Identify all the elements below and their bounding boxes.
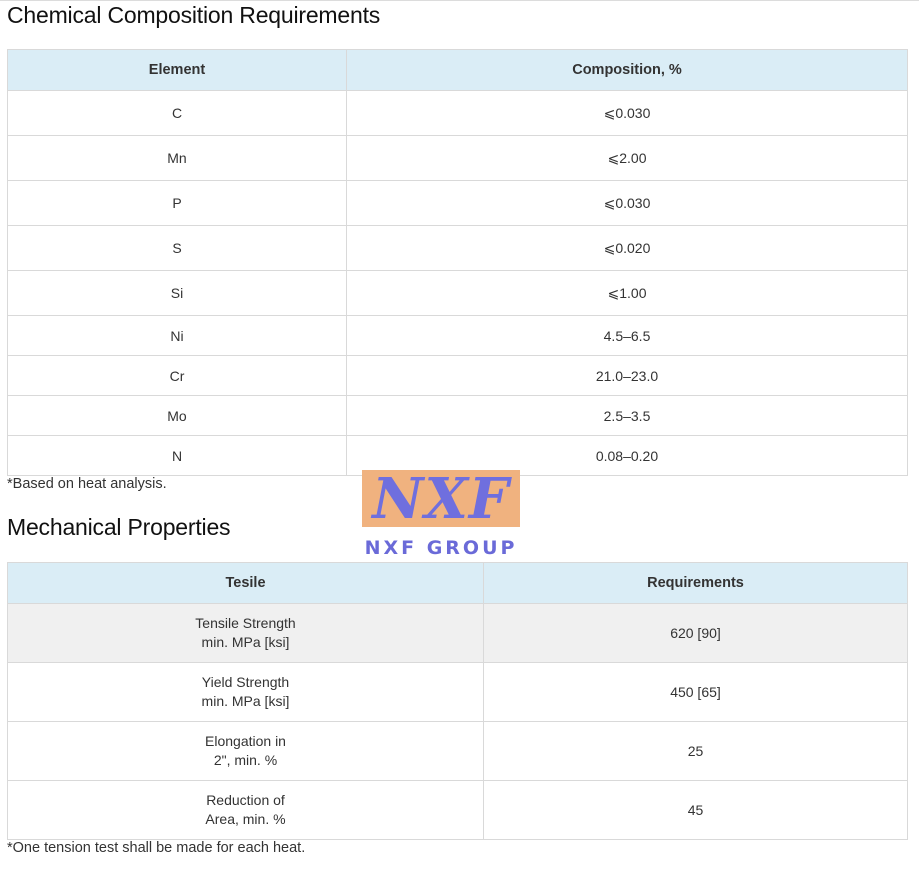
element-cell: C [7,90,347,136]
table-row: Si ⩽1.00 [7,270,908,316]
column-header-tesile: Tesile [7,562,484,604]
table-row: Elongation in 2", min. % 25 [7,721,908,781]
composition-cell: ⩽2.00 [346,135,908,181]
chemical-section-title: Chemical Composition Requirements [7,2,381,28]
composition-cell: ⩽0.030 [346,90,908,136]
element-cell: N [7,435,347,476]
composition-cell: 4.5–6.5 [346,315,908,356]
table-row: Tensile Strength min. MPa [ksi] 620 [90] [7,603,908,663]
table-row: Ni 4.5–6.5 [7,315,908,356]
element-cell: Si [7,270,347,316]
composition-cell: ⩽0.030 [346,180,908,226]
requirement-cell: 45 [483,780,908,840]
property-line: min. MPa [ksi] [201,693,290,709]
requirement-cell: 450 [65] [483,662,908,722]
element-cell: Mo [7,395,347,436]
table-row: Reduction of Area, min. % 45 [7,780,908,840]
element-cell: Ni [7,315,347,356]
mechanical-properties-table: Tesile Requirements Tensile Strength min… [7,562,908,840]
element-cell: Mn [7,135,347,181]
property-line: min. MPa [ksi] [201,634,290,650]
mechanical-section-title: Mechanical Properties [7,514,231,540]
table-row: Cr 21.0–23.0 [7,355,908,396]
composition-cell: 2.5–3.5 [346,395,908,436]
table-header-row: Tesile Requirements [7,562,908,604]
element-cell: S [7,225,347,271]
nxf-logo: NXF [362,470,520,527]
requirement-cell: 620 [90] [483,603,908,663]
mechanical-footnote: *One tension test shall be made for each… [7,840,306,856]
property-line: Reduction of [206,792,285,808]
property-line: Yield Strength [201,674,290,690]
element-cell: P [7,180,347,226]
chemical-footnote: *Based on heat analysis. [7,476,167,492]
property-line: Tensile Strength [195,615,296,631]
logo-mark: NXF [372,470,510,527]
property-line: 2", min. % [213,752,278,768]
property-cell: Yield Strength min. MPa [ksi] [7,662,484,722]
element-cell: Cr [7,355,347,396]
table-row: C ⩽0.030 [7,90,908,136]
property-cell: Elongation in 2", min. % [7,721,484,781]
column-header-element: Element [7,49,347,91]
composition-cell: ⩽1.00 [346,270,908,316]
table-row: S ⩽0.020 [7,225,908,271]
composition-cell: ⩽0.020 [346,225,908,271]
requirement-cell: 25 [483,721,908,781]
table-row: Mo 2.5–3.5 [7,395,908,436]
table-header-row: Element Composition, % [7,49,908,91]
logo-subtitle: NXF GROUP [364,537,518,559]
property-line: Elongation in [205,733,286,749]
property-cell: Tensile Strength min. MPa [ksi] [7,603,484,663]
table-row: Yield Strength min. MPa [ksi] 450 [65] [7,662,908,722]
table-row: Mn ⩽2.00 [7,135,908,181]
top-divider [0,0,919,1]
table-row: P ⩽0.030 [7,180,908,226]
column-header-requirements: Requirements [483,562,908,604]
chemical-composition-table: Element Composition, % C ⩽0.030 Mn ⩽2.00… [7,49,908,476]
composition-cell: 21.0–23.0 [346,355,908,396]
column-header-composition: Composition, % [346,49,908,91]
property-cell: Reduction of Area, min. % [7,780,484,840]
property-line: Area, min. % [205,811,286,827]
